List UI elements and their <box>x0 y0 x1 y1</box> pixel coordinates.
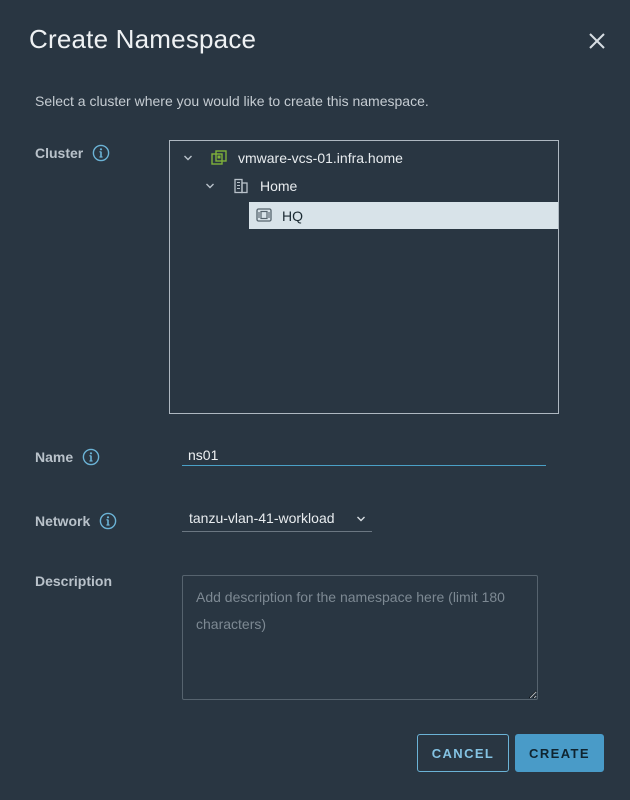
vcenter-icon <box>211 150 227 165</box>
chevron-down-icon <box>357 516 365 522</box>
network-label-group: Network <box>35 512 117 530</box>
network-select[interactable]: tanzu-vlan-41-workload <box>182 507 372 532</box>
name-label-group: Name <box>35 448 100 466</box>
tree-node-label: Home <box>260 178 298 194</box>
tree-node-label: HQ <box>282 208 303 224</box>
close-button[interactable] <box>586 30 608 52</box>
description-label: Description <box>35 573 113 589</box>
network-label: Network <box>35 513 91 529</box>
dialog-subtitle: Select a cluster where you would like to… <box>35 93 429 109</box>
description-label-group: Description <box>35 573 112 589</box>
chevron-down-icon[interactable] <box>204 180 216 192</box>
cancel-button[interactable]: CANCEL <box>417 734 509 772</box>
create-namespace-dialog: Create Namespace Select a cluster where … <box>0 0 630 800</box>
cluster-tree: vmware-vcs-01.infra.home Home HQ <box>169 140 559 414</box>
chevron-down-icon[interactable] <box>182 152 194 164</box>
description-textarea[interactable] <box>182 575 538 700</box>
close-icon <box>589 33 605 49</box>
cluster-icon <box>256 208 272 222</box>
name-input[interactable] <box>182 444 546 466</box>
network-select-value: tanzu-vlan-41-workload <box>189 510 335 526</box>
dialog-title: Create Namespace <box>29 24 257 54</box>
cluster-label-group: Cluster <box>35 144 110 162</box>
tree-node-label: vmware-vcs-01.infra.home <box>238 150 403 166</box>
tree-node-cluster[interactable]: HQ <box>249 202 558 229</box>
create-button[interactable]: CREATE <box>515 734 604 772</box>
cluster-info-icon[interactable] <box>92 144 110 162</box>
tree-node-vcenter[interactable]: vmware-vcs-01.infra.home <box>170 145 558 171</box>
cluster-label: Cluster <box>35 145 84 161</box>
datacenter-icon <box>234 178 248 194</box>
name-info-icon[interactable] <box>82 448 100 466</box>
network-info-icon[interactable] <box>99 512 117 530</box>
name-label: Name <box>35 449 74 465</box>
tree-node-datacenter[interactable]: Home <box>170 173 558 199</box>
